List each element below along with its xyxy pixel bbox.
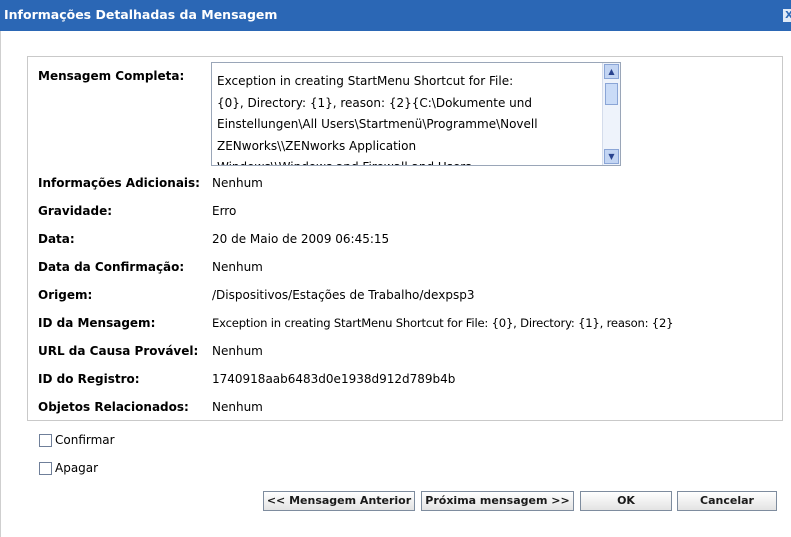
dialog-title: Informações Detalhadas da Mensagem (4, 7, 278, 22)
additional-info-value: Nenhum (212, 176, 263, 190)
ok-button[interactable]: OK (580, 491, 672, 511)
full-message-textarea[interactable]: Exception in creating StartMenu Shortcut… (211, 62, 621, 166)
message-id-value: Exception in creating StartMenu Shortcut… (212, 316, 674, 330)
log-id-value: 1740918aab6483d0e1938d912d789b4b (212, 372, 456, 386)
confirm-label[interactable]: Confirmar (55, 433, 115, 447)
previous-message-button[interactable]: << Mensagem Anterior (263, 491, 415, 511)
scroll-thumb[interactable] (605, 83, 618, 105)
scroll-down-arrow-icon[interactable]: ▼ (604, 149, 619, 164)
related-objects-value: Nenhum (212, 400, 263, 414)
message-id-label: ID da Mensagem: (38, 316, 156, 330)
confirm-checkbox[interactable] (39, 434, 52, 447)
related-objects-label: Objetos Relacionados: (38, 400, 189, 414)
ack-date-value: Nenhum (212, 260, 263, 274)
origin-label: Origem: (38, 288, 93, 302)
ack-date-label: Data da Confirmação: (38, 260, 185, 274)
severity-label: Gravidade: (38, 204, 113, 218)
close-icon[interactable]: X (783, 9, 791, 22)
delete-label[interactable]: Apagar (55, 461, 98, 475)
cancel-button[interactable]: Cancelar (677, 491, 777, 511)
date-label: Data: (38, 232, 75, 246)
additional-info-label: Informações Adicionais: (38, 176, 200, 190)
dialog-border (0, 31, 1, 537)
delete-checkbox[interactable] (39, 462, 52, 475)
vertical-scrollbar[interactable]: ▲ ▼ (602, 63, 620, 165)
next-message-button[interactable]: Próxima mensagem >> (421, 491, 574, 511)
full-message-text: Exception in creating StartMenu Shortcut… (217, 74, 538, 165)
log-id-label: ID do Registro: (38, 372, 140, 386)
full-message-label: Mensagem Completa: (38, 69, 185, 83)
origin-value: /Dispositivos/Estações de Trabalho/dexps… (212, 288, 475, 302)
severity-value: Erro (212, 204, 237, 218)
scroll-up-arrow-icon[interactable]: ▲ (604, 64, 619, 79)
date-value: 20 de Maio de 2009 06:45:15 (212, 232, 390, 246)
probable-cause-url-label: URL da Causa Provável: (38, 344, 199, 358)
dialog-titlebar: Informações Detalhadas da Mensagem X (0, 0, 791, 31)
probable-cause-url-value: Nenhum (212, 344, 263, 358)
